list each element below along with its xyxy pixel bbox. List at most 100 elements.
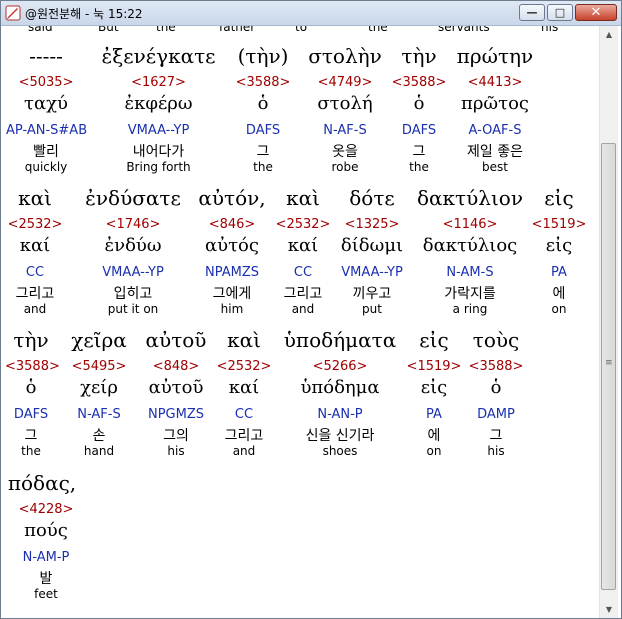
parsing-code: AP-AN-S#AB [6,123,88,138]
english-gloss: his [167,444,185,458]
word-column[interactable]: χεῖρα <5495> χείρ N-AF-S 손 hand [61,328,137,468]
english-gloss: put [362,302,382,316]
word-column[interactable]: ἐξενέγκατε <1627> ἐκφέρω VMAA--YP 내어다가 B… [96,44,221,184]
word-column[interactable]: πόδας, <4228> πούς N-AM-P 발 feet [6,471,86,611]
word-column[interactable]: (τὴν) <3588> ὁ DAFS 그 the [227,44,299,184]
greek-word: τὴν [13,328,49,352]
strong-number: <1519> [406,359,462,374]
korean-gloss: 그리고 [283,286,323,302]
korean-gloss: 입히고 [113,286,153,302]
english-gloss: and [232,444,256,458]
lemma: καί [287,235,319,256]
english-gloss: hand [83,444,115,458]
greek-word: πόδας, [7,471,77,495]
parsing-code: DAMP [477,407,515,422]
parsing-code: N-AF-S [77,407,121,422]
english-gloss: him [220,302,244,316]
prev-word: the [156,26,176,34]
word-column[interactable]: καὶ <2532> καί CC 그리고 and [6,186,64,326]
parsing-code: DAFS [401,123,437,138]
greek-word: ἐνδύσατε [85,186,181,210]
english-gloss: his [487,444,505,458]
korean-gloss: 제일 좋은 [467,144,523,160]
grip-icon: ≡ [605,358,613,368]
strong-number: <1325> [344,217,400,232]
english-gloss: quickly [24,160,68,174]
english-gloss: the [409,160,429,174]
english-gloss: a ring [452,302,488,316]
word-column[interactable]: δακτύλιον <1146> δακτύλιος N-AM-S 가락지를 a… [413,186,527,326]
word-column[interactable]: στολὴν <4749> στολή N-AF-S 옷을 robe [301,44,389,184]
vertical-scrollbar[interactable]: ▲ ≡ ▼ [599,26,618,618]
prev-word: said [28,26,53,34]
strong-number: <1519> [531,217,587,232]
strong-number: <5495> [71,359,127,374]
lemma: ὁ [257,93,269,114]
word-column[interactable]: πρώτην <4413> πρῶτος A-OAF-S 제일 좋은 best [449,44,541,184]
word-column[interactable]: ἐνδύσατε <1746> ἐνδύω VMAA--YP 입히고 put i… [77,186,189,326]
lemma: πρῶτος [461,93,529,114]
korean-gloss: 그의 [163,428,189,444]
greek-word: καὶ [18,186,52,210]
prev-word: servants [438,26,490,34]
scroll-down-icon[interactable]: ▼ [600,601,618,618]
title-bar[interactable]: @원전분해 - 눅 15:22 — □ ✕ [1,1,621,26]
prev-word: But [98,26,119,34]
word-column[interactable]: αὐτοῦ <848> αὐτοῦ NPGMZS 그의 his [138,328,214,468]
greek-word: δότε [349,186,395,210]
interlinear-content: said But the father to the servants his … [1,26,599,618]
minimize-button[interactable]: — [519,4,545,21]
strong-number: <2532> [7,217,63,232]
parsing-code: N-AM-S [446,265,494,280]
greek-word: καὶ [286,186,320,210]
strong-number: <4749> [317,75,373,90]
parsing-code: CC [25,265,45,280]
word-column[interactable]: εἰς <1519> εἰς PA 에 on [529,186,589,326]
word-column[interactable]: τὴν <3588> ὁ DAFS 그 the [391,44,447,184]
word-column[interactable]: τὴν <3588> ὁ DAFS 그 the [5,328,60,468]
prev-word: to [295,26,308,34]
word-column[interactable]: ----- <5035> ταχύ AP-AN-S#AB 빨리 quickly [6,44,88,184]
maximize-button[interactable]: □ [547,4,573,21]
english-gloss: best [482,160,508,174]
english-gloss: robe [331,160,359,174]
scroll-up-icon[interactable]: ▲ [600,26,618,43]
english-gloss: feet [34,587,58,601]
english-gloss: the [253,160,273,174]
parsing-code: DAFS [245,123,281,138]
maximize-icon: □ [554,6,566,19]
korean-gloss: 내어다가 [132,144,185,160]
greek-word: (τὴν) [237,44,289,68]
greek-word: ὑποδήματα [283,328,397,352]
parsing-code: N-AN-P [317,407,363,422]
word-column[interactable]: δότε <1325> δίδωμι VMAA--YP 끼우고 put [332,186,412,326]
close-button[interactable]: ✕ [575,4,617,21]
close-icon: ✕ [590,5,602,20]
korean-gloss: 그에게 [212,286,252,302]
strong-number: <3588> [5,359,60,374]
word-column[interactable]: ὑποδήματα <5266> ὑπόδημα N-AN-P 신을 신기라 s… [276,328,404,468]
word-column[interactable]: αὐτόν, <846> αὐτός NPAMZS 그에게 him [190,186,274,326]
strong-number: <3588> [235,75,291,90]
korean-gloss: 빨리 [33,144,59,160]
prev-word: the [368,26,388,34]
parsing-code: VMAA--YP [341,265,403,280]
parsing-code: DAFS [13,407,49,422]
word-column[interactable]: καὶ <2532> καί CC 그리고 and [215,328,273,468]
scrollbar-thumb[interactable]: ≡ [601,143,616,590]
parsing-code: N-AM-P [22,550,70,565]
parsing-code: N-AF-S [323,123,367,138]
lemma: δίδωμι [340,235,404,256]
word-column[interactable]: καὶ <2532> καί CC 그리고 and [275,186,331,326]
word-column[interactable]: εἰς <1519> εἰς PA 에 on [406,328,462,468]
strong-number: <1746> [105,217,161,232]
greek-word: στολὴν [308,44,382,68]
word-column[interactable]: τοὺς <3588> ὁ DAMP 그 his [464,328,528,468]
parsing-code: VMAA--YP [127,123,190,138]
app-icon [5,5,21,21]
lemma: αὐτοῦ [148,377,204,398]
strong-number: <4413> [467,75,523,90]
korean-gloss: 신을 신기라 [305,428,375,444]
english-gloss: on [426,444,442,458]
parsing-code: CC [234,407,254,422]
